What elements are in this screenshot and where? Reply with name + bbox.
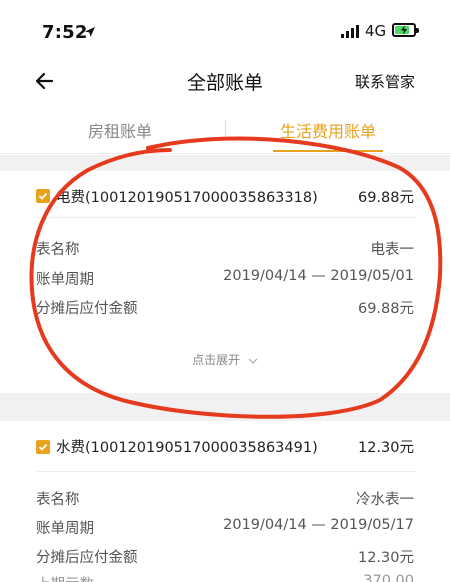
section-gap	[0, 155, 450, 171]
status-bar: 7:52 4G	[0, 0, 450, 60]
row-label-amount-due: 分摊后应付金额	[36, 550, 138, 566]
bill-amount: 69.88元	[357, 190, 414, 206]
expand-toggle[interactable]: 点击展开	[0, 351, 450, 368]
row-value-bill-period: 2019/04/14 — 2019/05/17	[223, 517, 414, 533]
bill-checkbox[interactable]	[36, 189, 50, 203]
bill-tabs: 房租账单 生活费用账单	[0, 110, 450, 154]
row-value-meter-name: 冷水表一	[356, 492, 414, 508]
row-label-previous-reading: 上期示数	[36, 573, 94, 582]
network-type: 4G	[365, 22, 387, 40]
tab-living-expense-bills[interactable]: 生活费用账单	[280, 118, 376, 142]
tab-rent-bills[interactable]: 房租账单	[88, 118, 152, 142]
row-label-meter-name: 表名称	[36, 492, 80, 508]
battery-cap	[416, 28, 419, 33]
section-gap	[0, 393, 450, 421]
signal-bars-icon	[341, 25, 359, 38]
row-value-bill-period: 2019/04/14 — 2019/05/01	[223, 268, 414, 284]
expand-label: 点击展开	[192, 353, 241, 367]
row-label-bill-period: 账单周期	[36, 272, 94, 288]
card-divider	[36, 217, 416, 218]
active-tab-indicator	[273, 150, 383, 152]
status-time: 7:52	[42, 22, 88, 43]
bill-card-electricity: 电费(10012019051700003586331​8) 69.88元 表名称…	[0, 171, 450, 393]
bill-title: 水费(10012019051700003586349​1)	[56, 440, 318, 456]
row-value-meter-name: 电表一	[370, 242, 415, 258]
nav-bar: 全部账单 联系管家	[0, 60, 450, 110]
row-value-amount-due: 69.88元	[357, 301, 414, 317]
battery-charging-icon	[392, 23, 416, 37]
row-label-amount-due: 分摊后应付金额	[36, 301, 138, 317]
chevron-down-icon	[248, 358, 258, 364]
checkmark-icon	[38, 192, 48, 200]
card-divider	[36, 471, 416, 472]
contact-manager-button[interactable]: 联系管家	[355, 71, 415, 92]
checkmark-icon	[38, 443, 48, 451]
row-label-meter-name: 表名称	[36, 242, 80, 258]
bill-checkbox[interactable]	[36, 440, 50, 454]
bill-amount: 12.30元	[357, 440, 414, 456]
tab-separator	[225, 120, 226, 140]
bill-title: 电费(10012019051700003586331​8)	[56, 190, 318, 206]
row-value-previous-reading: 370.00	[363, 573, 414, 582]
location-arrow-icon	[85, 27, 95, 37]
bill-card-water: 水费(10012019051700003586349​1) 12.30元 表名称…	[0, 421, 450, 582]
row-label-bill-period: 账单周期	[36, 521, 94, 537]
row-value-amount-due: 12.30元	[357, 550, 414, 566]
